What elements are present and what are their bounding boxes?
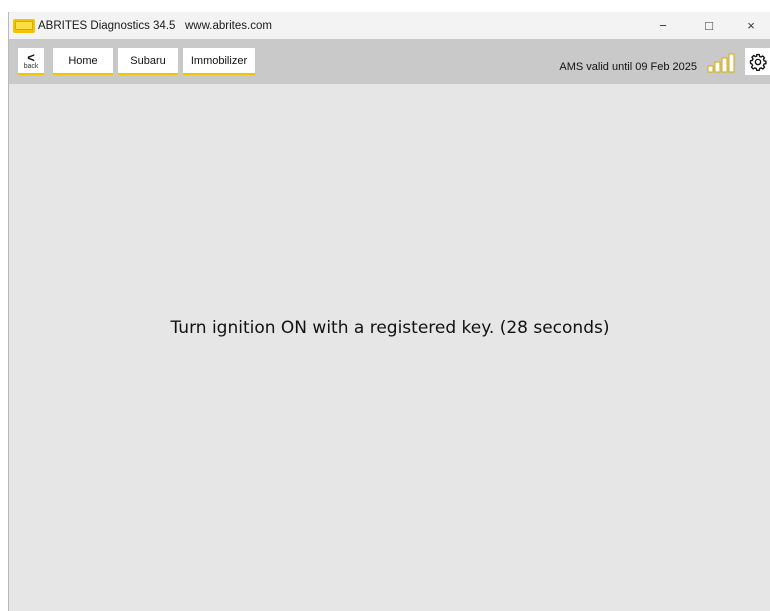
gear-icon (749, 53, 767, 71)
close-button[interactable]: × (732, 12, 770, 39)
settings-button[interactable] (745, 48, 770, 75)
window-title: ABRITES Diagnostics 34.5 www.abrites.com (38, 19, 272, 32)
breadcrumb-subaru[interactable]: Subaru (118, 48, 178, 75)
chevron-left-icon: < (27, 50, 35, 65)
main-content: Turn ignition ON with a registered key. … (9, 84, 770, 611)
ams-status: AMS valid until 09 Feb 2025 (559, 61, 697, 73)
back-button[interactable]: < back (18, 48, 44, 75)
minimize-button[interactable]: − (640, 12, 686, 39)
title-bar: ABRITES Diagnostics 34.5 www.abrites.com… (9, 12, 770, 39)
maximize-button[interactable]: □ (686, 12, 732, 39)
window-controls: − □ × (640, 12, 770, 39)
app-window: ABRITES Diagnostics 34.5 www.abrites.com… (8, 12, 770, 611)
back-label: back (23, 63, 39, 70)
instruction-message: Turn ignition ON with a registered key. … (170, 318, 610, 338)
toolbar: < back Home Subaru Immobilizer AMS valid… (9, 39, 770, 84)
app-logo-icon (13, 18, 35, 33)
top-edge (0, 0, 770, 12)
signal-bars-icon (707, 53, 735, 73)
breadcrumb-home[interactable]: Home (53, 48, 113, 75)
breadcrumb-immobilizer[interactable]: Immobilizer (183, 48, 255, 75)
